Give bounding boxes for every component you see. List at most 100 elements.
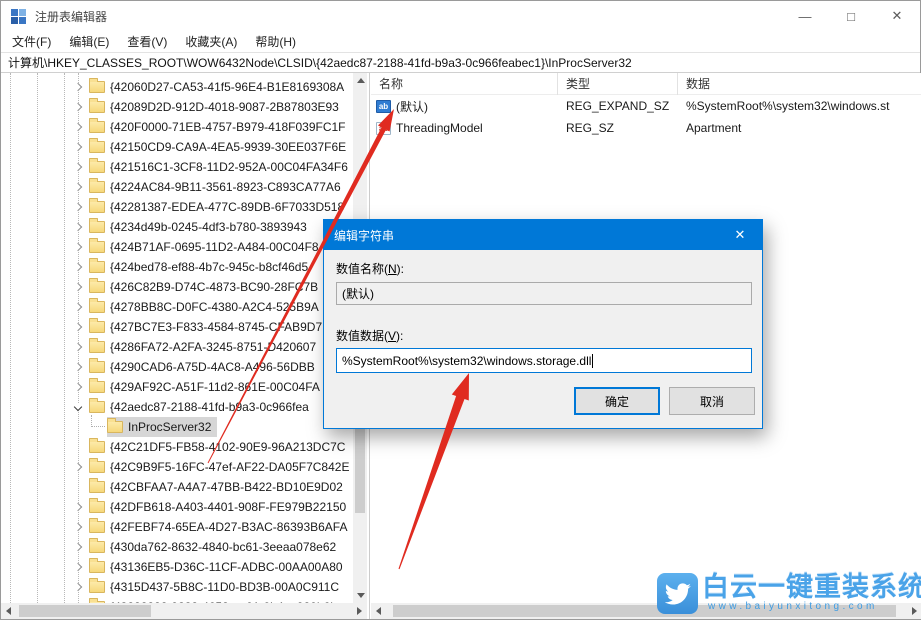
chevron-collapsed-icon[interactable] (75, 584, 82, 591)
ok-button[interactable]: 确定 (574, 387, 660, 415)
chevron-collapsed-icon[interactable] (75, 144, 82, 151)
chevron-collapsed-icon[interactable] (75, 544, 82, 551)
tree-item[interactable]: {42C9B9F5-16FC-47ef-AF22-DA05F7C842E (1, 457, 353, 477)
tree-item[interactable]: {424bed78-ef88-4b7c-945c-b8cf46d5 (1, 257, 353, 277)
tree-item[interactable]: {42089D2D-912D-4018-9087-2B87803E93 (1, 97, 353, 117)
tree-item[interactable]: {4234d49b-0245-4df3-b780-3893943 (1, 217, 353, 237)
chevron-collapsed-icon[interactable] (75, 304, 82, 311)
chevron-collapsed-icon[interactable] (75, 384, 82, 391)
chevron-collapsed-icon[interactable] (75, 344, 82, 351)
tree-item-body[interactable]: {4278BB8C-D0FC-4380-A2C4-525B9A (89, 297, 325, 317)
tree-horizontal-scrollbar[interactable] (1, 603, 367, 619)
tree-item[interactable]: {430da762-8632-4840-bc61-3eeaa078e62 (1, 537, 353, 557)
chevron-collapsed-icon[interactable] (75, 504, 82, 511)
value-data-field[interactable]: %SystemRoot%\system32\windows.storage.dl… (336, 348, 752, 373)
chevron-collapsed-icon[interactable] (75, 204, 82, 211)
chevron-expanded-icon[interactable] (75, 404, 82, 411)
scroll-down-icon[interactable] (357, 593, 365, 598)
scroll-left-icon[interactable] (6, 607, 11, 615)
tree-item-body[interactable]: {42281387-EDEA-477C-89DB-6F7033D518 (89, 197, 350, 217)
tree-item[interactable]: {42150CD9-CA9A-4EA5-9939-30EE037F6E (1, 137, 353, 157)
tree-item[interactable]: {42CBFAA7-A4A7-47BB-B422-BD10E9D02 (1, 477, 353, 497)
menu-item[interactable]: 文件(F) (3, 31, 60, 52)
chevron-collapsed-icon[interactable] (75, 284, 82, 291)
tree-item[interactable]: {4286FA72-A2FA-3245-8751-D420607 (1, 337, 353, 357)
tree-item-body[interactable]: {420F0000-71EB-4757-B979-418F039FC1F (89, 117, 352, 137)
tree-item-body[interactable]: {42DFB618-A403-4401-908F-FE979B22150 (89, 497, 352, 517)
tree-item-body[interactable]: {430da762-8632-4840-bc61-3eeaa078e62 (89, 537, 342, 557)
chevron-collapsed-icon[interactable] (75, 104, 82, 111)
tree-item[interactable]: {42281387-EDEA-477C-89DB-6F7033D518 (1, 197, 353, 217)
tree-item-body[interactable]: {4224AC84-9B11-3561-8923-C893CA77A6 (89, 177, 347, 197)
chevron-collapsed-icon[interactable] (75, 524, 82, 531)
scroll-up-icon[interactable] (357, 78, 365, 83)
menu-item[interactable]: 查看(V) (118, 31, 176, 52)
chevron-collapsed-icon[interactable] (75, 244, 82, 251)
tree-item-body[interactable]: InProcServer32 (107, 417, 217, 437)
chevron-collapsed-icon[interactable] (75, 264, 82, 271)
chevron-collapsed-icon[interactable] (75, 184, 82, 191)
tree-item-body[interactable]: {427BC7E3-F833-4584-8745-CFAB9D7 (89, 317, 328, 337)
scroll-right-icon[interactable] (357, 607, 362, 615)
tree-item[interactable]: {42DFB618-A403-4401-908F-FE979B22150 (1, 497, 353, 517)
column-header-type[interactable]: 类型 (558, 73, 678, 95)
tree-item[interactable]: {4278BB8C-D0FC-4380-A2C4-525B9A (1, 297, 353, 317)
minimize-button[interactable]: — (782, 1, 828, 31)
tree-item-body[interactable]: {426C82B9-D74C-4873-BC90-28FC7B (89, 277, 324, 297)
tree-item-body[interactable]: {421516C1-3CF8-11D2-952A-00C04FA34F6 (89, 157, 353, 177)
tree-item[interactable]: {42C21DF5-FB58-4102-90E9-96A213DC7C (1, 437, 353, 457)
tree-item[interactable]: {4224AC84-9B11-3561-8923-C893CA77A6 (1, 177, 353, 197)
tree-item-body[interactable]: {424B71AF-0695-11D2-A484-00C04F8 (89, 237, 325, 257)
value-name-field[interactable]: (默认) (336, 282, 752, 305)
chevron-collapsed-icon[interactable] (75, 324, 82, 331)
menu-item[interactable]: 收藏夹(A) (176, 31, 246, 52)
tree-item[interactable]: {43136EB5-D36C-11CF-ADBC-00AA00A80 (1, 557, 353, 577)
tree-item[interactable]: {4290CAD6-A75D-4AC8-A496-56DBB (1, 357, 353, 377)
tree-item[interactable]: {42FEBF74-65EA-4D27-B3AC-86393B6AFA (1, 517, 353, 537)
chevron-collapsed-icon[interactable] (75, 564, 82, 571)
chevron-collapsed-icon[interactable] (75, 364, 82, 371)
chevron-collapsed-icon[interactable] (75, 224, 82, 231)
close-button[interactable]: ✕ (874, 1, 920, 31)
column-header-data[interactable]: 数据 (678, 73, 921, 95)
tree-item[interactable]: {42060D27-CA53-41f5-96E4-B1E8169308A (1, 77, 353, 97)
tree-item-body[interactable]: {4315D437-5B8C-11D0-BD3B-00A0C911C (89, 577, 345, 597)
address-bar[interactable]: 计算机\HKEY_CLASSES_ROOT\WOW6432Node\CLSID\… (1, 52, 920, 73)
scroll-left-icon[interactable] (376, 607, 381, 615)
tree-item[interactable]: {421516C1-3CF8-11D2-952A-00C04FA34F6 (1, 157, 353, 177)
tree-item[interactable]: {42aedc87-2188-41fd-b9a3-0c966fea (1, 397, 353, 417)
menu-item[interactable]: 编辑(E) (60, 31, 118, 52)
chevron-collapsed-icon[interactable] (75, 164, 82, 171)
tree-item-body[interactable]: {42aedc87-2188-41fd-b9a3-0c966fea (89, 397, 315, 417)
value-row[interactable]: ab(默认)REG_EXPAND_SZ%SystemRoot%\system32… (371, 95, 921, 117)
tree-item[interactable]: {426C82B9-D74C-4873-BC90-28FC7B (1, 277, 353, 297)
tree-item-body[interactable]: {42060D27-CA53-41f5-96E4-B1E8169308A (89, 77, 350, 97)
tree-item[interactable]: {429AF92C-A51F-11d2-861E-00C04FA (1, 377, 353, 397)
maximize-button[interactable]: □ (828, 1, 874, 31)
tree-item-body[interactable]: {42C21DF5-FB58-4102-90E9-96A213DC7C (89, 437, 351, 457)
tree-item-body[interactable]: {42C9B9F5-16FC-47ef-AF22-DA05F7C842E (89, 457, 353, 477)
dialog-close-icon[interactable]: ✕ (718, 220, 762, 250)
tree-item-body[interactable]: {42FEBF74-65EA-4D27-B3AC-86393B6AFA (89, 517, 353, 537)
tree-item-body[interactable]: {43136EB5-D36C-11CF-ADBC-00AA00A80 (89, 557, 349, 577)
tree-item-body[interactable]: {4286FA72-A2FA-3245-8751-D420607 (89, 337, 322, 357)
chevron-collapsed-icon[interactable] (75, 124, 82, 131)
tree-item[interactable]: {4315D437-5B8C-11D0-BD3B-00A0C911C (1, 577, 353, 597)
menu-item[interactable]: 帮助(H) (246, 31, 305, 52)
tree-item-body[interactable]: {4290CAD6-A75D-4AC8-A496-56DBB (89, 357, 321, 377)
tree-item-body[interactable]: {42CBFAA7-A4A7-47BB-B422-BD10E9D02 (89, 477, 349, 497)
tree-item-body[interactable]: {42089D2D-912D-4018-9087-2B87803E93 (89, 97, 345, 117)
column-header-name[interactable]: 名称 (371, 73, 558, 95)
scrollbar-thumb[interactable] (19, 605, 151, 617)
tree-item[interactable]: {420F0000-71EB-4757-B979-418F039FC1F (1, 117, 353, 137)
tree-item[interactable]: InProcServer32 (1, 417, 353, 437)
chevron-collapsed-icon[interactable] (75, 464, 82, 471)
chevron-collapsed-icon[interactable] (75, 84, 82, 91)
tree-item-body[interactable]: {424bed78-ef88-4b7c-945c-b8cf46d5 (89, 257, 314, 277)
dialog-title-bar[interactable]: 编辑字符串 ✕ (324, 220, 762, 250)
tree-item-body[interactable]: {42150CD9-CA9A-4EA5-9939-30EE037F6E (89, 137, 352, 157)
tree-item-body[interactable]: {4234d49b-0245-4df3-b780-3893943 (89, 217, 313, 237)
tree-item[interactable]: {424B71AF-0695-11D2-A484-00C04F8 (1, 237, 353, 257)
cancel-button[interactable]: 取消 (669, 387, 755, 415)
tree-item[interactable]: {427BC7E3-F833-4584-8745-CFAB9D7 (1, 317, 353, 337)
